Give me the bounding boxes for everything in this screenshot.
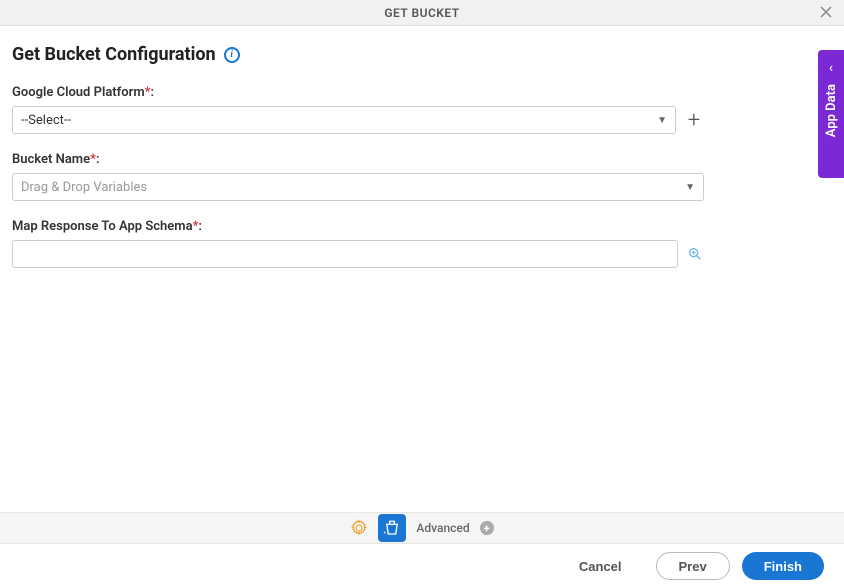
prev-button[interactable]: Prev [656, 552, 730, 580]
field-map-response: Map Response To App Schema*: [12, 219, 704, 268]
modal-header: GET BUCKET [0, 0, 844, 26]
platform-value: --Select-- [21, 113, 71, 128]
bucket-tool-button[interactable] [378, 514, 406, 542]
advanced-label: Advanced [416, 521, 469, 535]
bucket-placeholder: Drag & Drop Variables [21, 180, 147, 195]
response-label-text: Map Response To App Schema [12, 219, 193, 234]
required-asterisk: * [193, 219, 199, 234]
page-title-row: Get Bucket Configuration i [12, 44, 832, 65]
cancel-button[interactable]: Cancel [557, 552, 644, 580]
chevron-down-icon: ▼ [657, 115, 667, 126]
page-title: Get Bucket Configuration [12, 44, 216, 65]
settings-button[interactable] [350, 519, 368, 537]
bucket-icon [383, 519, 401, 537]
modal-title: GET BUCKET [384, 6, 459, 20]
gear-icon [350, 519, 368, 537]
close-button[interactable] [816, 2, 836, 22]
response-label: Map Response To App Schema*: [12, 219, 704, 234]
response-input[interactable] [12, 240, 678, 268]
bucket-input[interactable]: Drag & Drop Variables ▼ [12, 173, 704, 201]
field-google-cloud-platform: Google Cloud Platform*: --Select-- ▼ + [12, 85, 704, 134]
lookup-button[interactable] [686, 245, 704, 263]
app-data-panel-toggle[interactable]: ‹ App Data [818, 50, 844, 178]
close-icon [819, 5, 833, 19]
chevron-down-icon: ▼ [685, 182, 695, 193]
finish-button[interactable]: Finish [742, 552, 824, 580]
platform-label: Google Cloud Platform*: [12, 85, 704, 100]
bucket-label: Bucket Name*: [12, 152, 704, 167]
required-asterisk: * [90, 152, 96, 167]
search-plus-icon [687, 246, 703, 262]
field-bucket-name: Bucket Name*: Drag & Drop Variables ▼ [12, 152, 704, 201]
platform-select[interactable]: --Select-- ▼ [12, 106, 676, 134]
bucket-label-text: Bucket Name [12, 152, 90, 167]
info-icon[interactable]: i [224, 47, 240, 63]
platform-label-text: Google Cloud Platform [12, 85, 145, 100]
add-platform-button[interactable]: + [684, 108, 704, 133]
chevron-left-icon: ‹ [829, 60, 833, 76]
bottom-toolbar: Advanced + [0, 512, 844, 544]
content-area: Get Bucket Configuration i Google Cloud … [0, 26, 844, 268]
app-data-label: App Data [824, 84, 839, 137]
advanced-add-button[interactable]: + [480, 521, 494, 535]
footer: Cancel Prev Finish [0, 544, 844, 588]
required-asterisk: * [145, 85, 151, 100]
